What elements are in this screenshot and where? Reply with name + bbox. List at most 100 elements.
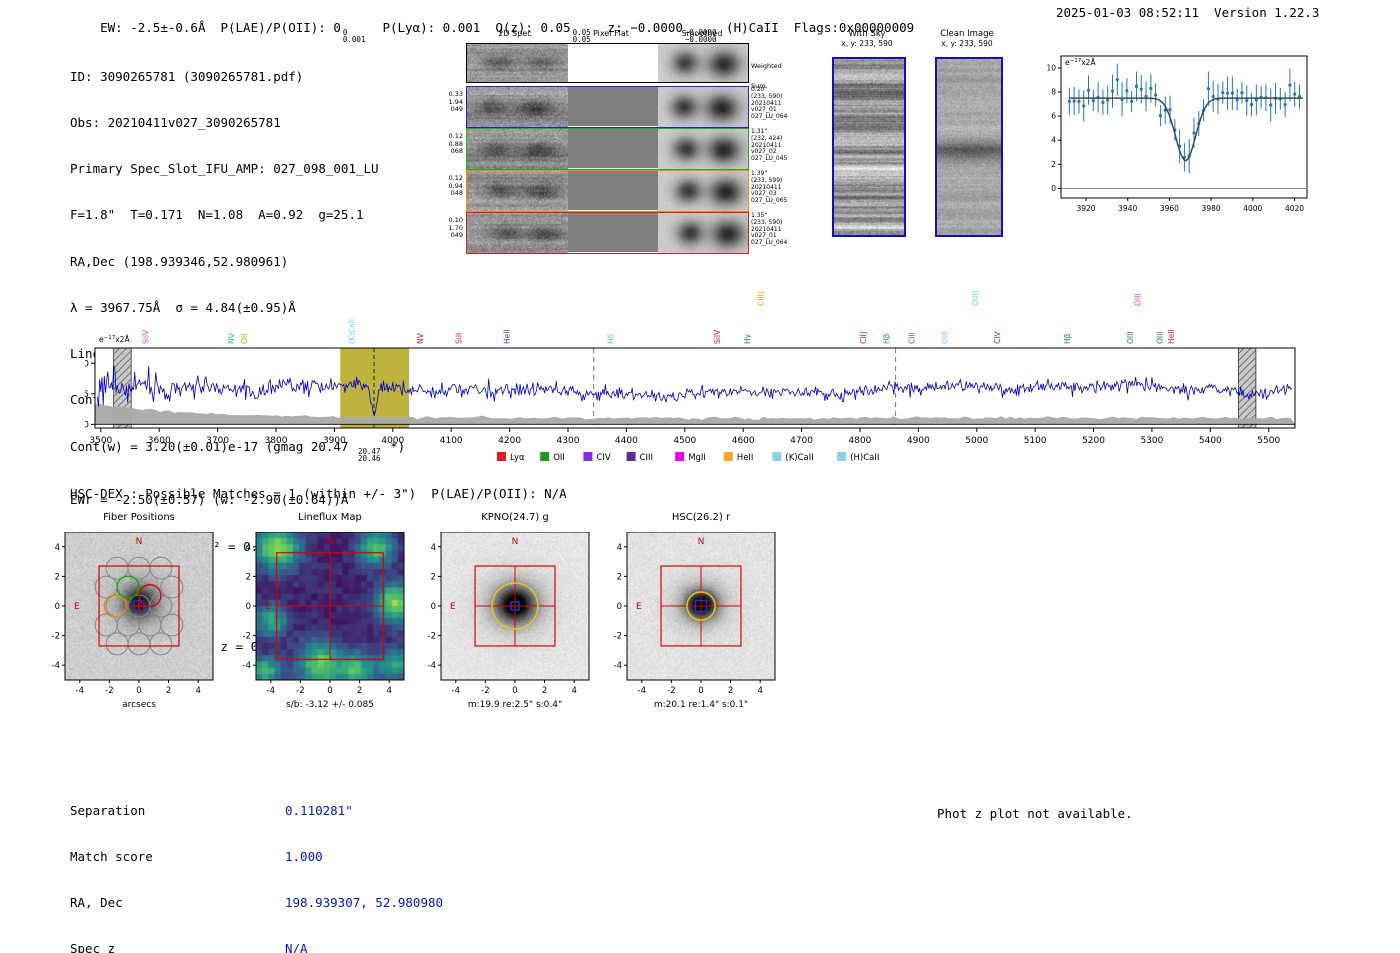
match-table: Separation 0.110281" Match score 1.000 RA,… [70, 772, 443, 953]
svg-text:-2: -2 [105, 686, 113, 696]
svg-text:2: 2 [246, 572, 251, 582]
svg-text:E: E [450, 602, 456, 612]
row2-right-labels: 1.31" (232, 424) 20210411 v027_02 027_LU_045 [751, 128, 788, 163]
row1-smoothed-image [657, 87, 748, 127]
svg-text:NV: NV [416, 332, 425, 344]
kpno-g-xlabel: m:19.9 re:2.5" s:0.4" [467, 700, 563, 710]
svg-text:0: 0 [327, 686, 332, 696]
svg-text:HeII: HeII [1167, 329, 1176, 344]
row3-strip [466, 170, 749, 212]
svg-text:OIII]: OIII] [971, 290, 980, 306]
row1-left-labels: 0.33 1.94 049 [448, 90, 463, 113]
svg-text:3940: 3940 [1118, 204, 1137, 213]
row3-2dspec-image [467, 171, 568, 211]
row1-2dspec-image [467, 87, 568, 127]
svg-text:0: 0 [246, 602, 251, 612]
svg-text:10: 10 [85, 359, 89, 369]
svg-text:5100: 5100 [1024, 436, 1047, 446]
clean-image [935, 57, 1003, 237]
svg-text:3500: 3500 [89, 436, 112, 446]
row4-2dspec-image [467, 213, 568, 253]
spec2d-title-smoothed: Smoothed [681, 29, 723, 38]
row-value: 1.000 [285, 849, 323, 865]
svg-text:4400: 4400 [615, 436, 638, 446]
svg-text:3600: 3600 [148, 436, 171, 446]
svg-text:5200: 5200 [1082, 436, 1105, 446]
svg-text:-2: -2 [428, 632, 436, 642]
svg-text:-4: -4 [76, 686, 84, 696]
svg-text:4: 4 [571, 686, 576, 696]
svg-text:0: 0 [512, 686, 517, 696]
svg-text:(K)CaII: (K)CaII [785, 453, 813, 463]
weighted-2dspec-image [467, 44, 568, 82]
row3-smoothed-image [657, 171, 748, 211]
svg-text:E: E [636, 602, 642, 612]
withsky-title: With Sky [848, 29, 886, 39]
svg-text:OII: OII [553, 453, 565, 463]
elixer-report-page: EW: -2.5±-0.6Å P(LAE)/P(OII): 0 0 0.001 P(Ly… [0, 0, 1400, 953]
svg-text:-2: -2 [243, 632, 251, 642]
spec2d-title-pixelflat: Pixel Flat [593, 29, 629, 38]
row2-strip [466, 128, 749, 170]
svg-text:0: 0 [617, 602, 622, 612]
svg-text:-4: -4 [243, 661, 251, 671]
spec2d-row-1: 0.33 1.94 049 0.20" (233, 590) 20210411 v027_… [437, 86, 797, 128]
row2-pixelflat-image [567, 129, 658, 168]
svg-text:0: 0 [1051, 184, 1056, 193]
row4-right-labels: 1.35" (233, 590) 20210411 v027_01 027_LU_064 [751, 212, 788, 247]
cutout-lineflux-map: Lineflux Map -4 -4 -2 -2 0 0 2 2 4 4 N E s/b: -3.12… [226, 508, 436, 733]
svg-text:0: 0 [136, 686, 141, 696]
row-value: 0.110281" [285, 802, 353, 818]
svg-text:SiIV: SiIV [142, 329, 151, 344]
lineflux-map-overlay: -4 -4 -2 -2 0 0 2 2 4 4 N E [243, 532, 405, 696]
svg-text:(H)CaII: (H)CaII [850, 453, 879, 463]
svg-text:OIII: OIII [1155, 331, 1164, 344]
kpno-g-title: KPNO(24.7) g [481, 512, 549, 523]
svg-text:4: 4 [431, 543, 436, 553]
row-label: Separation [70, 802, 146, 818]
withsky-image [832, 57, 906, 237]
svg-text:2: 2 [431, 572, 436, 582]
svg-text:0: 0 [55, 602, 60, 612]
svg-text:CII]: CII] [859, 331, 868, 344]
svg-text:4900: 4900 [907, 436, 930, 446]
svg-text:5500: 5500 [1257, 436, 1280, 446]
fiber-positions-xlabel: arcsecs [122, 700, 156, 710]
svg-text:-4: -4 [614, 661, 622, 671]
hsc-r-xlabel: m:20.1 re:1.4" s:0.1" [653, 700, 749, 710]
ew-value: EW: -2.5±-0.6Å [100, 20, 206, 35]
hsc-r-overlay: -4 -4 -2 -2 0 0 2 2 4 4 N E [614, 532, 776, 696]
photz-note: Phot z plot not available. [937, 806, 1133, 821]
svg-text:-4: -4 [428, 661, 436, 671]
svg-text:-2: -2 [667, 686, 675, 696]
table-row-matchscore: Match score 1.000 [70, 849, 443, 864]
spec2d-title-2dspec: 2D Spec [498, 29, 532, 38]
cutout-hsc-r: HSC(26.2) r -4 -4 -2 -2 0 0 2 2 4 4 N E m:20.1 re:1… [597, 508, 807, 733]
svg-text:2: 2 [617, 572, 622, 582]
weighted-smoothed-image [657, 44, 749, 82]
svg-text:-4: -4 [267, 686, 275, 696]
spec2d-row-2: 0.12 0.88 068 1.31" (232, 424) 20210411 v027_… [437, 128, 797, 170]
info-line-id: ID: 3090265781 (3090265781.pdf) [70, 68, 304, 84]
svg-text:8: 8 [1051, 88, 1056, 97]
svg-text:OII: OII [240, 334, 249, 344]
svg-text:e−17x2Å: e−17x2Å [99, 335, 130, 344]
svg-text:-2: -2 [614, 632, 622, 642]
svg-text:NV: NV [227, 332, 236, 344]
svg-text:N: N [698, 537, 705, 547]
svg-text:CIV: CIV [596, 453, 610, 463]
info-line-fiber: F=1.8" T=0.171 N=1.08 A=0.92 g=25.1 [70, 207, 364, 223]
row3-left-labels: 0.12 0.94 048 [448, 174, 463, 197]
svg-text:4020: 4020 [1285, 204, 1304, 213]
row3-right-labels: 1.39" (233, 599) 20210411 v027_03 027_LU_065 [751, 170, 788, 205]
row4-smoothed-image [657, 213, 748, 253]
svg-text:HeII: HeII [737, 453, 754, 463]
svg-text:0: 0 [698, 686, 703, 696]
hscdex-heading: HSC-DEX : Possible Matches = 1 (within +… [70, 486, 567, 501]
svg-text:4: 4 [55, 543, 60, 553]
svg-text:5400: 5400 [1199, 436, 1222, 446]
svg-text:MgII: MgII [688, 453, 706, 463]
lineflux-map-title: Lineflux Map [298, 512, 362, 523]
svg-text:6: 6 [1051, 112, 1056, 121]
kpno-g-overlay: -4 -4 -2 -2 0 0 2 2 4 4 N E [428, 532, 590, 696]
